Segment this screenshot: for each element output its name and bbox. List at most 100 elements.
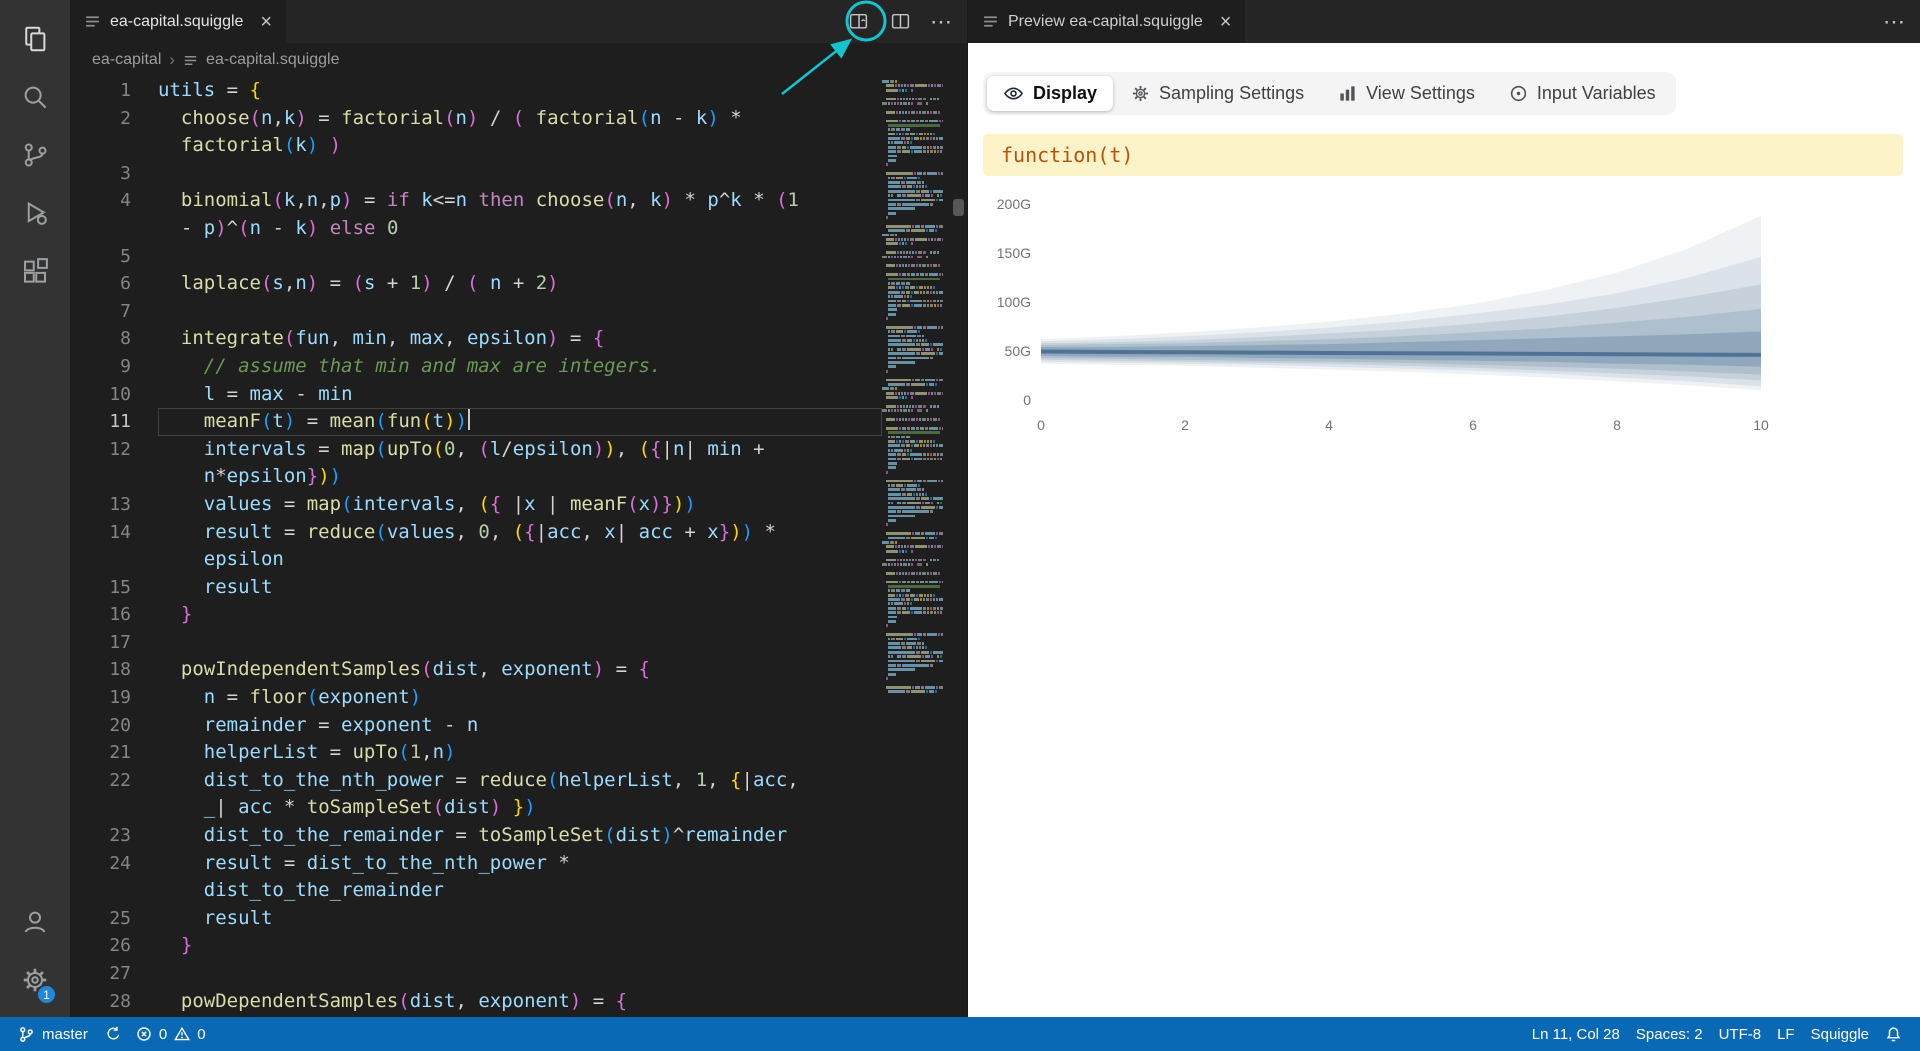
code-row[interactable]: 16 } (70, 601, 882, 629)
line-number[interactable]: 4 (70, 187, 158, 215)
code-line-content[interactable]: result (158, 905, 882, 933)
scrollbar[interactable] (943, 77, 967, 1017)
line-number[interactable]: 22 (70, 767, 158, 795)
code-row[interactable]: 7 (70, 298, 882, 326)
line-number[interactable]: 13 (70, 491, 158, 519)
code-line-content[interactable] (158, 160, 882, 188)
code-row[interactable]: 8 integrate(fun, min, max, epsilon) = { (70, 325, 882, 353)
language-mode[interactable]: Squiggle (1803, 1026, 1877, 1043)
line-number[interactable]: 7 (70, 298, 158, 326)
line-number[interactable] (70, 794, 158, 822)
code-row[interactable]: 13 values = map(intervals, ({ |x | meanF… (70, 491, 882, 519)
line-number[interactable]: 14 (70, 519, 158, 547)
code-row[interactable]: 2 choose(n,k) = factorial(n) / ( factori… (70, 105, 882, 133)
line-number[interactable]: 18 (70, 656, 158, 684)
code-editor[interactable]: 1utils = {2 choose(n,k) = factorial(n) /… (70, 77, 882, 1017)
line-number[interactable]: 20 (70, 712, 158, 740)
code-row[interactable]: 29 distDependent = toSampleSet(dist) (70, 1015, 882, 1017)
code-row[interactable]: 20 remainder = exponent - n (70, 712, 882, 740)
explorer-icon[interactable] (7, 10, 63, 68)
code-row[interactable]: 25 result (70, 905, 882, 933)
extensions-icon[interactable] (7, 242, 63, 300)
code-line-content[interactable]: utils = { (158, 77, 882, 105)
line-number[interactable]: 25 (70, 905, 158, 933)
line-number[interactable]: 12 (70, 436, 158, 464)
code-line-content[interactable]: } (158, 601, 882, 629)
code-line-content[interactable]: result = reduce(values, 0, ({|acc, x| ac… (158, 519, 882, 547)
code-line-content[interactable]: meanF(t) = mean(fun(t)) (158, 408, 882, 436)
code-row[interactable]: 4 binomial(k,n,p) = if k<=n then choose(… (70, 187, 882, 215)
code-line-content[interactable]: dist_to_the_remainder = toSampleSet(dist… (158, 822, 882, 850)
line-number[interactable]: 26 (70, 932, 158, 960)
code-row[interactable]: 19 n = floor(exponent) (70, 684, 882, 712)
code-row[interactable]: 15 result (70, 574, 882, 602)
line-number[interactable]: 3 (70, 160, 158, 188)
code-line-content[interactable]: choose(n,k) = factorial(n) / ( factorial… (158, 105, 882, 133)
code-row[interactable]: 27 (70, 960, 882, 988)
line-number[interactable]: 19 (70, 684, 158, 712)
tab-sampling-settings[interactable]: Sampling Settings (1115, 76, 1320, 111)
line-number[interactable]: 21 (70, 739, 158, 767)
code-row[interactable]: _| acc * toSampleSet(dist) }) (70, 794, 882, 822)
cursor-position[interactable]: Ln 11, Col 28 (1524, 1026, 1628, 1043)
code-line-content[interactable]: helperList = upTo(1,n) (158, 739, 882, 767)
line-number[interactable] (70, 132, 158, 160)
line-number[interactable]: 27 (70, 960, 158, 988)
line-number[interactable]: 29 (70, 1015, 158, 1017)
line-number[interactable]: 16 (70, 601, 158, 629)
code-row[interactable]: 17 (70, 629, 882, 657)
line-number[interactable]: 11 (70, 408, 158, 436)
tab-view-settings[interactable]: View Settings (1322, 76, 1491, 111)
line-number[interactable]: 23 (70, 822, 158, 850)
code-row[interactable]: 11 meanF(t) = mean(fun(t)) (70, 408, 882, 436)
close-icon[interactable]: × (1220, 12, 1232, 32)
code-row[interactable]: 3 (70, 160, 882, 188)
code-line-content[interactable]: values = map(intervals, ({ |x | meanF(x)… (158, 491, 882, 519)
line-number[interactable] (70, 877, 158, 905)
code-line-content[interactable]: distDependent = toSampleSet(dist) (158, 1015, 882, 1017)
code-row[interactable]: 6 laplace(s,n) = (s + 1) / ( n + 2) (70, 270, 882, 298)
run-debug-icon[interactable] (7, 184, 63, 242)
open-preview-to-side-icon[interactable] (846, 10, 870, 34)
code-line-content[interactable]: remainder = exponent - n (158, 712, 882, 740)
code-line-content[interactable]: integrate(fun, min, max, epsilon) = { (158, 325, 882, 353)
code-line-content[interactable]: powDependentSamples(dist, exponent) = { (158, 988, 882, 1016)
code-row[interactable]: dist_to_the_remainder (70, 877, 882, 905)
indentation[interactable]: Spaces: 2 (1628, 1026, 1711, 1043)
line-number[interactable]: 28 (70, 988, 158, 1016)
line-number[interactable]: 8 (70, 325, 158, 353)
line-number[interactable]: 5 (70, 243, 158, 271)
source-control-icon[interactable] (7, 126, 63, 184)
code-row[interactable]: 1utils = { (70, 77, 882, 105)
line-number[interactable]: 2 (70, 105, 158, 133)
code-line-content[interactable]: intervals = map(upTo(0, (l/epsilon)), ({… (158, 436, 882, 464)
code-row[interactable]: 18 powIndependentSamples(dist, exponent)… (70, 656, 882, 684)
line-number[interactable] (70, 215, 158, 243)
code-row[interactable]: 28 powDependentSamples(dist, exponent) =… (70, 988, 882, 1016)
code-row[interactable]: 26 } (70, 932, 882, 960)
line-number[interactable]: 17 (70, 629, 158, 657)
function-banner[interactable]: function(t) (983, 134, 1903, 176)
notifications-item[interactable] (1877, 1026, 1910, 1043)
code-line-content[interactable]: // assume that min and max are integers. (158, 353, 882, 381)
minimap[interactable] (882, 77, 943, 1017)
search-icon[interactable] (7, 68, 63, 126)
code-row[interactable]: 23 dist_to_the_remainder = toSampleSet(d… (70, 822, 882, 850)
split-editor-icon[interactable] (888, 10, 912, 34)
code-row[interactable]: 12 intervals = map(upTo(0, (l/epsilon)),… (70, 436, 882, 464)
line-number[interactable]: 10 (70, 381, 158, 409)
code-line-content[interactable]: - p)^(n - k) else 0 (158, 215, 882, 243)
code-row[interactable]: - p)^(n - k) else 0 (70, 215, 882, 243)
tab-input-variables[interactable]: Input Variables (1493, 76, 1672, 111)
line-number[interactable]: 9 (70, 353, 158, 381)
code-row[interactable]: 5 (70, 243, 882, 271)
code-row[interactable]: n*epsilon})) (70, 463, 882, 491)
settings-gear-icon[interactable]: 1 (7, 951, 63, 1009)
code-row[interactable]: factorial(k) ) (70, 132, 882, 160)
code-line-content[interactable]: laplace(s,n) = (s + 1) / ( n + 2) (158, 270, 882, 298)
code-line-content[interactable]: _| acc * toSampleSet(dist) }) (158, 794, 882, 822)
code-line-content[interactable] (158, 243, 882, 271)
code-row[interactable]: 21 helperList = upTo(1,n) (70, 739, 882, 767)
code-row[interactable]: epsilon (70, 546, 882, 574)
code-line-content[interactable]: result = dist_to_the_nth_power * (158, 850, 882, 878)
